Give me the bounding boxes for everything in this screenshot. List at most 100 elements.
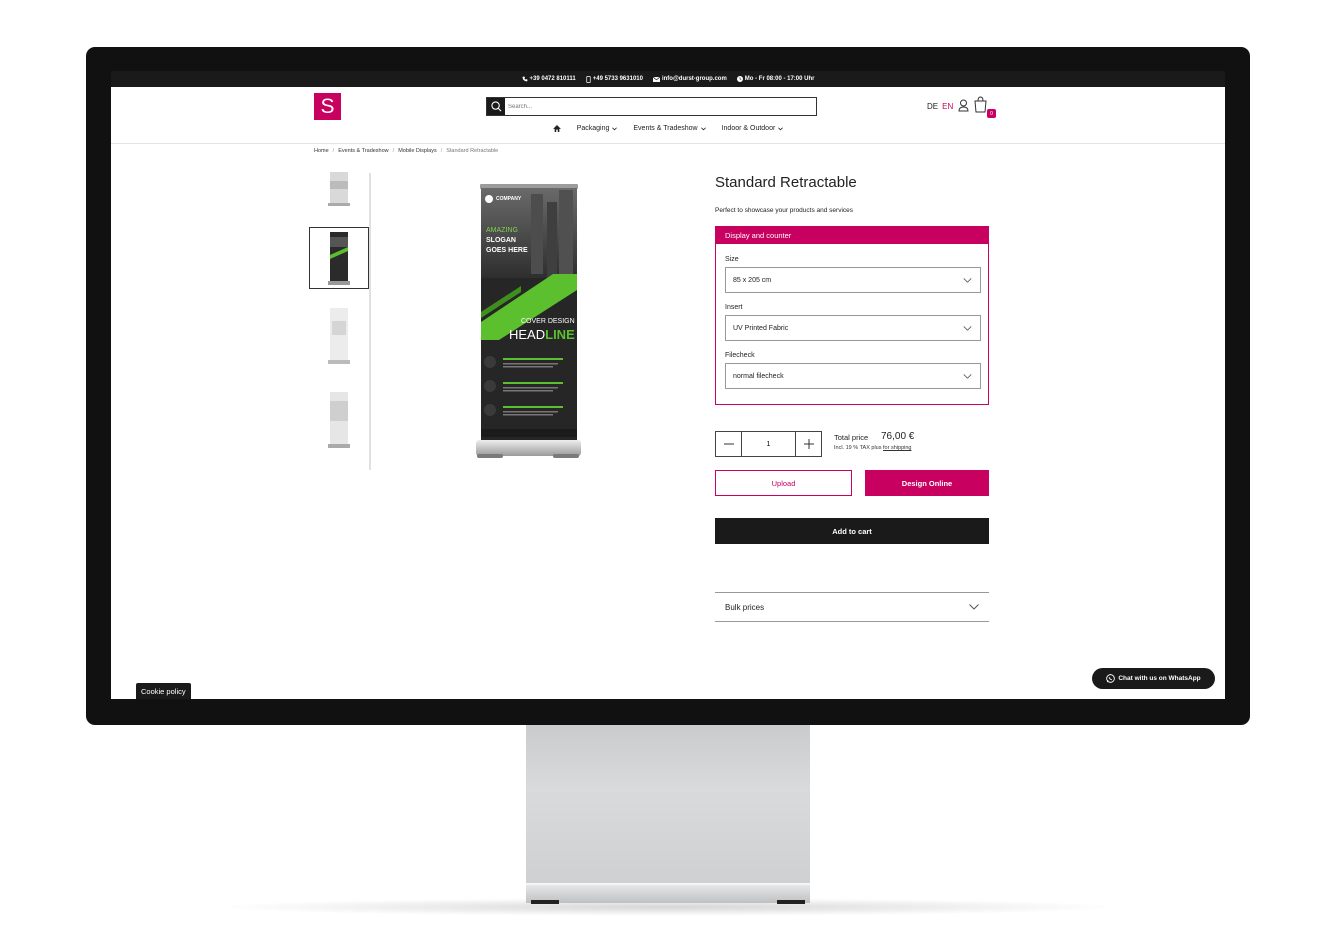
nav-home[interactable] xyxy=(552,125,561,132)
chevron-down-icon xyxy=(700,126,706,130)
lang-de[interactable]: DE xyxy=(927,102,938,111)
monitor-stand xyxy=(526,725,810,885)
cart-count-badge: 0 xyxy=(987,109,996,118)
design-online-button[interactable]: Design Online xyxy=(865,470,989,496)
quantity-increase-button[interactable] xyxy=(796,432,821,456)
clock-icon xyxy=(736,76,743,82)
thumbnail-image xyxy=(328,232,350,285)
phone-de-text: +49 5733 9631010 xyxy=(592,76,643,82)
chevron-down-icon xyxy=(963,277,972,283)
nav-indoor-outdoor[interactable]: Indoor & Outdoor xyxy=(722,125,784,132)
nav-packaging[interactable]: Packaging xyxy=(577,125,618,132)
mobile-icon xyxy=(586,75,591,83)
site-logo[interactable]: S xyxy=(314,93,341,120)
opening-hours: Mo - Fr 08:00 - 17:00 Uhr xyxy=(736,76,815,82)
size-select-value: 85 x 205 cm xyxy=(733,276,772,284)
total-price-value: 76,00 € xyxy=(881,431,915,442)
breadcrumb: Home / Events & Tradeshow / Mobile Displ… xyxy=(314,148,498,154)
plus-icon xyxy=(803,439,814,449)
total-price-label: Total price xyxy=(834,433,869,442)
contact-bar: +39 0472 810111 +49 5733 9631010 info@du… xyxy=(111,71,1225,87)
main-navigation: Packaging Events & Tradeshow Indoor & Ou… xyxy=(111,125,1225,132)
mail-icon xyxy=(652,76,660,82)
breadcrumb-home[interactable]: Home xyxy=(314,148,329,154)
breadcrumb-separator: / xyxy=(392,148,395,154)
config-header: Display and counter xyxy=(716,227,988,244)
size-select[interactable]: 85 x 205 cm xyxy=(725,267,981,293)
language-switcher: DE EN xyxy=(927,102,953,111)
nav-label: Events & Tradeshow xyxy=(633,125,698,132)
banner-slogan-2: SLOGAN xyxy=(486,237,516,244)
product-title: Standard Retractable xyxy=(715,174,857,191)
home-icon xyxy=(552,125,561,132)
gallery-thumbnail-active[interactable] xyxy=(309,227,369,289)
configuration-panel: Display and counter Size 85 x 205 cm Ins… xyxy=(715,226,989,405)
desktop-scene: +39 0472 810111 +49 5733 9631010 info@du… xyxy=(0,0,1336,945)
chevron-down-icon xyxy=(963,373,972,379)
phone-it[interactable]: +39 0472 810111 xyxy=(522,76,576,82)
email-link[interactable]: info@durst-group.com xyxy=(652,76,727,82)
cookie-policy-button[interactable]: Cookie policy xyxy=(136,683,191,699)
stand-foot xyxy=(777,900,805,904)
banner-slogan-1: AMAZING xyxy=(486,227,518,234)
user-icon[interactable] xyxy=(958,99,969,112)
quantity-input[interactable]: 1 xyxy=(741,432,796,456)
chevron-down-icon xyxy=(612,126,618,130)
upload-button[interactable]: Upload xyxy=(715,470,852,496)
gallery-thumbnail[interactable] xyxy=(309,391,369,451)
tax-note: Incl. 19 % TAX plus for shipping xyxy=(834,445,911,451)
header-divider xyxy=(111,143,1225,144)
hours-text: Mo - Fr 08:00 - 17:00 Uhr xyxy=(744,76,815,82)
whatsapp-icon xyxy=(1106,674,1116,683)
minus-icon xyxy=(723,443,734,445)
product-subtitle: Perfect to showcase your products and se… xyxy=(715,207,854,214)
cart-icon[interactable] xyxy=(973,96,988,113)
nav-label: Packaging xyxy=(576,125,610,132)
breadcrumb-separator: / xyxy=(440,148,443,154)
insert-select[interactable]: UV Printed Fabric xyxy=(725,315,981,341)
breadcrumb-mobile-displays[interactable]: Mobile Displays xyxy=(398,148,437,154)
whatsapp-label: Chat with us on WhatsApp xyxy=(1118,675,1201,682)
nav-label: Indoor & Outdoor xyxy=(721,125,776,132)
thumbnail-image xyxy=(328,392,350,448)
banner-headline: HEADLINE xyxy=(509,327,575,342)
breadcrumb-current: Standard Retractable xyxy=(446,148,499,154)
search-button[interactable] xyxy=(487,98,505,115)
gallery-divider xyxy=(369,173,371,470)
search-bar[interactable] xyxy=(486,97,817,116)
banner-cover-design: COVER DESIGN xyxy=(521,318,575,325)
bulk-prices-accordion[interactable]: Bulk prices xyxy=(715,592,989,622)
quantity-stepper: 1 xyxy=(715,431,822,457)
size-label: Size xyxy=(725,256,739,263)
whatsapp-chat-button[interactable]: Chat with us on WhatsApp xyxy=(1092,668,1215,689)
quantity-decrease-button[interactable] xyxy=(716,432,741,456)
filecheck-label: Filecheck xyxy=(725,352,755,359)
gallery-thumbnail[interactable] xyxy=(309,307,369,367)
shipping-link[interactable]: for shipping xyxy=(883,445,911,451)
thumbnail-image xyxy=(328,308,350,364)
tax-note-text: Incl. 19 % TAX plus xyxy=(834,445,882,451)
thumbnail-image xyxy=(328,172,350,206)
nav-events-tradeshow[interactable]: Events & Tradeshow xyxy=(633,125,706,132)
breadcrumb-events[interactable]: Events & Tradeshow xyxy=(338,148,388,154)
gallery-thumbnail[interactable] xyxy=(309,171,369,209)
browser-screen: +39 0472 810111 +49 5733 9631010 info@du… xyxy=(111,71,1225,699)
chevron-down-icon xyxy=(778,126,784,130)
banner-slogan-3: GOES HERE xyxy=(486,247,528,254)
breadcrumb-separator: / xyxy=(332,148,335,154)
phone-icon xyxy=(522,76,527,82)
search-input[interactable] xyxy=(505,103,805,110)
filecheck-select-value: normal filecheck xyxy=(733,372,784,380)
monitor-stand-base xyxy=(526,883,810,903)
search-icon xyxy=(490,101,501,112)
filecheck-select[interactable]: normal filecheck xyxy=(725,363,981,389)
add-to-cart-button[interactable]: Add to cart xyxy=(715,518,989,544)
stand-foot xyxy=(531,900,559,904)
insert-select-value: UV Printed Fabric xyxy=(733,324,789,332)
banner-company-text: COMPANY xyxy=(496,196,522,202)
lang-en[interactable]: EN xyxy=(942,102,953,111)
email-text: info@durst-group.com xyxy=(661,76,727,82)
product-image-rollup-banner: COMPANY AMAZING SLOGAN GOES HERE COVER D… xyxy=(476,184,581,458)
phone-it-text: +39 0472 810111 xyxy=(529,76,576,82)
phone-de[interactable]: +49 5733 9631010 xyxy=(586,75,643,83)
